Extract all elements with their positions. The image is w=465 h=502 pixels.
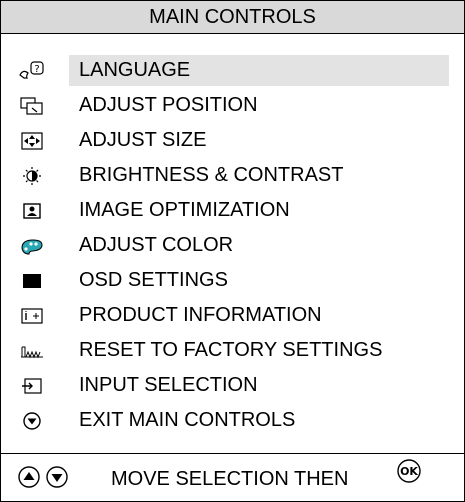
svg-text:?: ?	[34, 64, 39, 75]
adjust-position-icon	[19, 96, 45, 116]
osd-main-controls-window: MAIN CONTROLS ? LANGUAGE ADJUST POSITION…	[0, 0, 465, 502]
menu-item-label: INPUT SELECTION	[79, 374, 258, 396]
menu-item-label: PRODUCT INFORMATION	[79, 304, 322, 326]
menu-item-image-optimization[interactable]: IMAGE OPTIMIZATION	[1, 193, 464, 228]
menu-item-label: BRIGHTNESS & CONTRAST	[79, 164, 344, 186]
menu-item-input-selection[interactable]: INPUT SELECTION	[1, 368, 464, 403]
product-information-icon	[19, 306, 45, 326]
menu-item-label: ADJUST COLOR	[79, 234, 234, 256]
menu-item-label: ADJUST SIZE	[79, 129, 207, 151]
menu-item-label: ADJUST POSITION	[79, 94, 258, 116]
menu-item-exit-main-controls[interactable]: EXIT MAIN CONTROLS	[1, 403, 464, 438]
brightness-icon	[19, 166, 45, 186]
up-arrow-icon	[17, 465, 41, 494]
menu-item-product-information[interactable]: PRODUCT INFORMATION	[1, 298, 464, 333]
osd-settings-icon	[19, 271, 45, 291]
navigation-hint-footer: MOVE SELECTION THEN OK	[1, 454, 464, 501]
ok-button-label: OK	[400, 465, 418, 478]
main-controls-title: MAIN CONTROLS	[149, 5, 316, 28]
ok-button-icon: OK	[394, 458, 424, 489]
adjust-color-icon	[19, 236, 45, 256]
menu-item-adjust-position[interactable]: ADJUST POSITION	[1, 88, 464, 123]
main-controls-header: MAIN CONTROLS	[1, 1, 464, 34]
down-arrow-icon	[45, 465, 69, 494]
menu-item-adjust-size[interactable]: ADJUST SIZE	[1, 123, 464, 158]
menu-item-brightness-contrast[interactable]: BRIGHTNESS & CONTRAST	[1, 158, 464, 193]
exit-icon	[19, 411, 45, 431]
menu-item-label: OSD SETTINGS	[79, 269, 228, 291]
menu-item-adjust-color[interactable]: ADJUST COLOR	[1, 228, 464, 263]
language-icon: ?	[19, 61, 45, 81]
menu-item-language[interactable]: ? LANGUAGE	[1, 53, 464, 88]
menu-item-reset-factory-settings[interactable]: RESET TO FACTORY SETTINGS	[1, 333, 464, 368]
menu-item-label: RESET TO FACTORY SETTINGS	[79, 339, 383, 361]
menu-item-label: LANGUAGE	[79, 59, 191, 81]
menu-item-osd-settings[interactable]: OSD SETTINGS	[1, 263, 464, 298]
navigation-instruction: MOVE SELECTION THEN	[111, 468, 349, 490]
menu-item-label: EXIT MAIN CONTROLS	[79, 409, 296, 431]
adjust-size-icon	[19, 131, 45, 151]
image-optimization-icon	[19, 201, 45, 221]
reset-factory-icon	[19, 341, 45, 361]
menu-item-label: IMAGE OPTIMIZATION	[79, 199, 290, 221]
input-selection-icon	[19, 376, 45, 396]
